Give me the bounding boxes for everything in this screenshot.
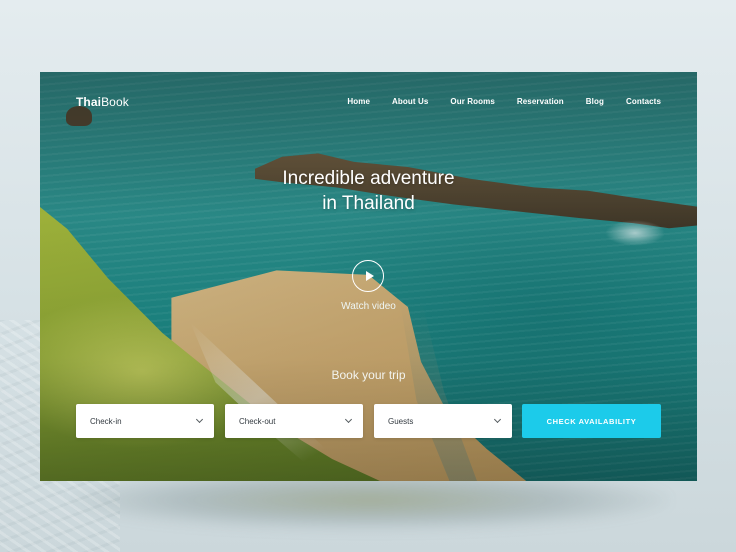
booking-title: Book your trip xyxy=(331,368,406,382)
checkout-select[interactable]: Check-out xyxy=(225,404,363,438)
hero-headline-line-1: Incredible adventure xyxy=(282,168,455,189)
nav-item-home[interactable]: Home xyxy=(347,97,370,106)
hero-headline-line-2: in Thailand xyxy=(322,193,415,214)
brand-logo-bold: Thai xyxy=(76,95,102,109)
guests-select[interactable]: Guests xyxy=(374,404,512,438)
hero-section: ThaiBook Home About Us Our Rooms Reserva… xyxy=(40,72,697,481)
checkout-label: Check-out xyxy=(239,416,276,426)
brand-logo[interactable]: ThaiBook xyxy=(76,95,129,109)
chevron-down-icon xyxy=(493,415,502,424)
checkin-label: Check-in xyxy=(90,416,122,426)
chevron-down-icon xyxy=(195,415,204,424)
brand-logo-light: Book xyxy=(101,95,129,109)
nav-item-our-rooms[interactable]: Our Rooms xyxy=(450,97,494,106)
play-icon xyxy=(366,271,374,281)
checkin-select[interactable]: Check-in xyxy=(76,404,214,438)
nav-item-about-us[interactable]: About Us xyxy=(392,97,428,106)
hero-headline: Incredible adventure in Thailand xyxy=(40,166,697,216)
watch-video-label[interactable]: Watch video xyxy=(40,301,697,312)
guests-label: Guests xyxy=(388,416,414,426)
check-availability-button[interactable]: CHECK AVAILABILITY xyxy=(522,404,661,438)
nav-item-reservation[interactable]: Reservation xyxy=(517,97,564,106)
play-video-button[interactable] xyxy=(352,260,384,292)
nav-item-contacts[interactable]: Contacts xyxy=(626,97,661,106)
chevron-down-icon xyxy=(344,415,353,424)
nav-item-blog[interactable]: Blog xyxy=(586,97,604,106)
main-nav: Home About Us Our Rooms Reservation Blog… xyxy=(347,97,661,106)
